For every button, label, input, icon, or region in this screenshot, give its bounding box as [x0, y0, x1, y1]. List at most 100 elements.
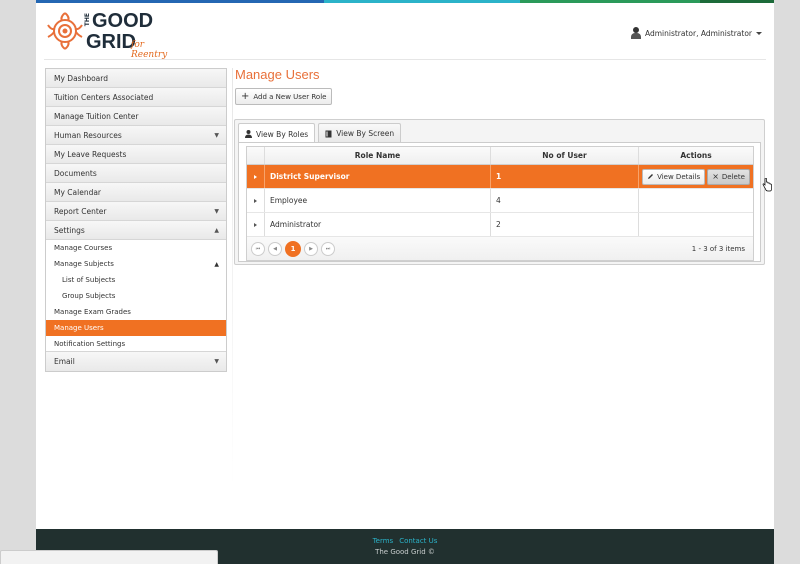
sidebar-item-documents[interactable]: Documents [46, 164, 226, 183]
sidebar-item-tuition-centers-associated[interactable]: Tuition Centers Associated [46, 88, 226, 107]
sidebar: My Dashboard Tuition Centers Associated … [45, 68, 227, 372]
role-name-cell: District Supervisor [265, 165, 491, 188]
table-row[interactable]: Employee 4 [247, 189, 753, 213]
tab-label: View By Screen [336, 129, 395, 138]
logo[interactable]: THE GOOD GRID for Reentry [46, 9, 176, 60]
sidebar-subitem-label: Group Subjects [62, 292, 116, 300]
column-header-actions: Actions [680, 151, 712, 160]
view-tabs: View By Roles View By Screen [238, 123, 404, 144]
sidebar-item-label: Settings [54, 225, 85, 235]
terms-link[interactable]: Terms [373, 537, 394, 545]
sidebar-item-manage-tuition-center[interactable]: Manage Tuition Center [46, 107, 226, 126]
expand-toggle[interactable] [247, 165, 265, 188]
sidebar-subitem-label: Notification Settings [54, 339, 126, 348]
table-row[interactable]: Administrator 2 [247, 213, 753, 237]
sidebar-subitem-manage-subjects[interactable]: Manage Subjects ▲ [46, 256, 226, 272]
expand-toggle[interactable] [247, 213, 265, 236]
role-name-cell: Administrator [265, 213, 491, 236]
user-menu[interactable]: Administrator, Administrator [630, 27, 762, 39]
grid-header: Role Name No of User Actions [247, 147, 753, 165]
table-row[interactable]: District Supervisor 1 View Details × Del… [247, 165, 753, 189]
add-user-role-button[interactable]: + Add a New User Role [235, 88, 333, 105]
sidebar-item-email[interactable]: Email ▼ [46, 352, 226, 371]
pager-controls: ⏮ ◀ 1 ▶ ⏭ [251, 240, 335, 257]
actions-cell [639, 213, 753, 236]
column-header-no-of-user[interactable]: No of User [491, 147, 639, 164]
logo-good: GOOD [92, 10, 154, 32]
page-title: Manage Users [235, 67, 320, 82]
expand-column-header [247, 147, 265, 164]
sidebar-item-label: My Calendar [54, 187, 102, 197]
chevron-up-icon: ▲ [214, 260, 219, 268]
chevron-down-icon: ▼ [214, 207, 219, 215]
first-page-icon[interactable]: ⏮ [251, 241, 265, 256]
logo-tagline: for Reentry [131, 40, 168, 60]
footer-links: Terms Contact Us [36, 537, 774, 545]
contact-us-link[interactable]: Contact Us [399, 537, 437, 545]
sidebar-subitem-manage-exam-grades[interactable]: Manage Exam Grades [46, 304, 226, 320]
browser-download-bar [0, 550, 218, 564]
actions-cell [639, 189, 753, 212]
actions-cell: View Details × Delete [639, 165, 753, 188]
sidebar-item-label: Documents [54, 168, 97, 178]
delete-button[interactable]: × Delete [707, 168, 750, 185]
tab-label: View By Roles [256, 129, 309, 139]
caret-right-icon [254, 198, 257, 203]
chevron-up-icon: ▲ [214, 226, 219, 234]
book-icon [325, 130, 332, 137]
tab-view-by-screen[interactable]: View By Screen [318, 123, 402, 143]
sidebar-item-my-calendar[interactable]: My Calendar [46, 183, 226, 202]
last-page-icon[interactable]: ⏭ [321, 241, 335, 256]
sidebar-item-label: Email [54, 357, 75, 366]
sidebar-subitem-group-subjects[interactable]: Group Subjects [46, 288, 226, 304]
sidebar-item-human-resources[interactable]: Human Resources ▼ [46, 126, 226, 145]
roles-panel: View By Roles View By Screen Role Name N… [234, 119, 765, 265]
flower-logo-icon [47, 12, 83, 50]
sidebar-subitem-notification-settings[interactable]: Notification Settings [46, 336, 226, 352]
close-icon: × [712, 172, 719, 181]
sidebar-item-my-dashboard[interactable]: My Dashboard [46, 69, 226, 88]
sidebar-item-label: Human Resources [54, 130, 122, 140]
user-count-cell: 1 [491, 165, 639, 188]
sidebar-subitem-manage-courses[interactable]: Manage Courses [46, 240, 226, 256]
sidebar-item-label: Report Center [54, 206, 107, 216]
header-divider [44, 59, 766, 60]
user-count-cell: 2 [491, 213, 639, 236]
page-number-current[interactable]: 1 [285, 240, 301, 257]
tab-view-by-roles[interactable]: View By Roles [238, 123, 316, 144]
role-name-cell: Employee [265, 189, 491, 212]
pager-summary: 1 - 3 of 3 items [691, 244, 745, 253]
plus-icon: + [241, 90, 250, 102]
user-name: Administrator, Administrator [644, 28, 752, 38]
sidebar-item-my-leave-requests[interactable]: My Leave Requests [46, 145, 226, 164]
sidebar-subitem-list-of-subjects[interactable]: List of Subjects [46, 272, 226, 288]
page: THE GOOD GRID for Reentry Administrator,… [36, 0, 774, 564]
hand-cursor-icon [762, 178, 772, 192]
sidebar-subitem-manage-users[interactable]: Manage Users [46, 320, 226, 336]
sidebar-item-report-center[interactable]: Report Center ▼ [46, 202, 226, 221]
prev-page-icon[interactable]: ◀ [268, 241, 282, 256]
caret-right-icon [254, 174, 257, 179]
roles-grid: Role Name No of User Actions District Su… [246, 146, 754, 261]
sidebar-item-label: Manage Tuition Center [54, 111, 139, 121]
logo-grid: GRID [86, 31, 136, 53]
user-avatar-icon [630, 27, 641, 39]
column-header-role-name[interactable]: Role Name [265, 147, 491, 164]
sidebar-subitem-label: Manage Exam Grades [54, 308, 131, 316]
user-count-cell: 4 [491, 189, 639, 212]
content-divider [232, 68, 233, 488]
pencil-icon [648, 174, 654, 179]
chevron-down-icon: ▼ [214, 131, 219, 139]
view-details-button[interactable]: View Details [642, 168, 706, 185]
chevron-down-icon: ▼ [214, 358, 219, 365]
expand-toggle[interactable] [247, 189, 265, 212]
sidebar-item-settings[interactable]: Settings ▲ [46, 221, 226, 240]
grid-pager: ⏮ ◀ 1 ▶ ⏭ 1 - 3 of 3 items [247, 237, 753, 260]
sidebar-subitem-label: Manage Users [54, 324, 104, 332]
logo-the: THE [84, 13, 91, 27]
sidebar-item-label: Tuition Centers Associated [54, 92, 154, 102]
sidebar-subitem-label: Manage Subjects [54, 260, 114, 268]
header: THE GOOD GRID for Reentry Administrator,… [36, 3, 774, 60]
user-icon [245, 130, 252, 138]
next-page-icon[interactable]: ▶ [304, 241, 318, 256]
